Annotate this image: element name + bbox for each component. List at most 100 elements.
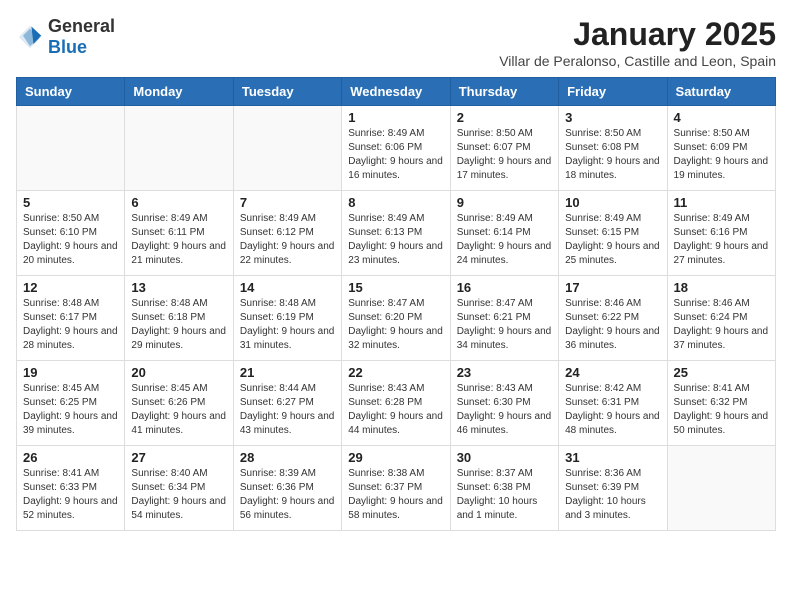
day-info: Sunrise: 8:47 AM Sunset: 6:21 PM Dayligh… (457, 297, 552, 353)
day-number: 30 (457, 450, 552, 465)
calendar-week-row: 5Sunrise: 8:50 AM Sunset: 6:10 PM Daylig… (17, 191, 776, 276)
calendar-day-cell: 5Sunrise: 8:50 AM Sunset: 6:10 PM Daylig… (17, 191, 125, 276)
calendar-day-cell (17, 106, 125, 191)
calendar-day-cell: 29 Sunrise: 8:38 AM Sunset: 6:37 PM Dayli… (342, 446, 450, 531)
day-of-week-header: Thursday (450, 78, 558, 106)
day-number: 11 (674, 195, 769, 210)
day-number: 21 (240, 365, 335, 380)
title-block: January 2025 Villar de Peralonso, Castil… (499, 16, 776, 69)
calendar-day-cell: 12 Sunrise: 8:48 AM Sunset: 6:17 PM Dayli… (17, 276, 125, 361)
calendar-day-cell: 19Sunrise: 8:45 AM Sunset: 6:25 PM Dayli… (17, 361, 125, 446)
day-of-week-header: Tuesday (233, 78, 341, 106)
day-number: 14 (240, 280, 335, 295)
day-of-week-header: Saturday (667, 78, 775, 106)
calendar-week-row: 12 Sunrise: 8:48 AM Sunset: 6:17 PM Dayli… (17, 276, 776, 361)
calendar-day-cell: 28Sunrise: 8:39 AM Sunset: 6:36 PM Dayli… (233, 446, 341, 531)
calendar-day-cell: 9Sunrise: 8:49 AM Sunset: 6:14 PM Daylig… (450, 191, 558, 276)
logo-blue: Blue (48, 37, 87, 57)
day-number: 5 (23, 195, 118, 210)
day-info: Sunrise: 8:45 AM Sunset: 6:26 PM Dayligh… (131, 382, 226, 438)
day-info: Sunrise: 8:40 AM Sunset: 6:34 PM Dayligh… (131, 467, 226, 523)
day-number: 17 (565, 280, 660, 295)
calendar-day-cell: 30Sunrise: 8:37 AM Sunset: 6:38 PM Dayli… (450, 446, 558, 531)
calendar-day-cell: 11Sunrise: 8:49 AM Sunset: 6:16 PM Dayli… (667, 191, 775, 276)
day-number: 15 (348, 280, 443, 295)
calendar-day-cell: 10Sunrise: 8:49 AM Sunset: 6:15 PM Dayli… (559, 191, 667, 276)
logo-icon (16, 23, 44, 51)
calendar-day-cell: 2 Sunrise: 8:50 AM Sunset: 6:07 PM Daylig… (450, 106, 558, 191)
day-number: 10 (565, 195, 660, 210)
calendar-day-cell: 8 Sunrise: 8:49 AM Sunset: 6:13 PM Daylig… (342, 191, 450, 276)
calendar-header-row: SundayMondayTuesdayWednesdayThursdayFrid… (17, 78, 776, 106)
day-info: Sunrise: 8:46 AM Sunset: 6:24 PM Dayligh… (674, 297, 769, 353)
location: Villar de Peralonso, Castille and Leon, … (499, 53, 776, 69)
day-info: Sunrise: 8:41 AM Sunset: 6:32 PM Dayligh… (674, 382, 769, 438)
calendar-day-cell: 20Sunrise: 8:45 AM Sunset: 6:26 PM Dayli… (125, 361, 233, 446)
calendar-day-cell: 7 Sunrise: 8:49 AM Sunset: 6:12 PM Daylig… (233, 191, 341, 276)
calendar-day-cell: 18 Sunrise: 8:46 AM Sunset: 6:24 PM Dayli… (667, 276, 775, 361)
calendar-day-cell: 16 Sunrise: 8:47 AM Sunset: 6:21 PM Dayli… (450, 276, 558, 361)
day-number: 6 (131, 195, 226, 210)
day-info: Sunrise: 8:48 AM Sunset: 6:19 PM Dayligh… (240, 297, 335, 353)
day-info: Sunrise: 8:49 AM Sunset: 6:06 PM Dayligh… (348, 127, 443, 183)
day-info: Sunrise: 8:48 AM Sunset: 6:17 PM Dayligh… (23, 297, 118, 353)
calendar-day-cell: 22 Sunrise: 8:43 AM Sunset: 6:28 PM Dayli… (342, 361, 450, 446)
calendar-week-row: 1Sunrise: 8:49 AM Sunset: 6:06 PM Daylig… (17, 106, 776, 191)
day-number: 12 (23, 280, 118, 295)
day-number: 18 (674, 280, 769, 295)
calendar-day-cell: 31Sunrise: 8:36 AM Sunset: 6:39 PM Dayli… (559, 446, 667, 531)
calendar-day-cell (667, 446, 775, 531)
day-number: 16 (457, 280, 552, 295)
day-of-week-header: Sunday (17, 78, 125, 106)
day-info: Sunrise: 8:46 AM Sunset: 6:22 PM Dayligh… (565, 297, 660, 353)
calendar-day-cell: 15 Sunrise: 8:47 AM Sunset: 6:20 PM Dayli… (342, 276, 450, 361)
calendar-day-cell: 1Sunrise: 8:49 AM Sunset: 6:06 PM Daylig… (342, 106, 450, 191)
day-info: Sunrise: 8:45 AM Sunset: 6:25 PM Dayligh… (23, 382, 118, 438)
calendar-day-cell: 21 Sunrise: 8:44 AM Sunset: 6:27 PM Dayli… (233, 361, 341, 446)
logo: General Blue (16, 16, 115, 58)
day-info: Sunrise: 8:44 AM Sunset: 6:27 PM Dayligh… (240, 382, 335, 438)
day-info: Sunrise: 8:38 AM Sunset: 6:37 PM Dayligh… (348, 467, 443, 523)
day-number: 7 (240, 195, 335, 210)
calendar-day-cell: 25Sunrise: 8:41 AM Sunset: 6:32 PM Dayli… (667, 361, 775, 446)
logo-text: General Blue (48, 16, 115, 58)
day-info: Sunrise: 8:41 AM Sunset: 6:33 PM Dayligh… (23, 467, 118, 523)
day-number: 8 (348, 195, 443, 210)
calendar-day-cell: 23 Sunrise: 8:43 AM Sunset: 6:30 PM Dayli… (450, 361, 558, 446)
day-of-week-header: Monday (125, 78, 233, 106)
day-of-week-header: Friday (559, 78, 667, 106)
day-info: Sunrise: 8:43 AM Sunset: 6:28 PM Dayligh… (348, 382, 443, 438)
day-number: 29 (348, 450, 443, 465)
day-info: Sunrise: 8:49 AM Sunset: 6:11 PM Dayligh… (131, 212, 226, 268)
calendar-table: SundayMondayTuesdayWednesdayThursdayFrid… (16, 77, 776, 531)
calendar-day-cell: 6 Sunrise: 8:49 AM Sunset: 6:11 PM Daylig… (125, 191, 233, 276)
page-header: General Blue January 2025 Villar de Pera… (16, 16, 776, 69)
calendar-day-cell: 3Sunrise: 8:50 AM Sunset: 6:08 PM Daylig… (559, 106, 667, 191)
calendar-day-cell: 13 Sunrise: 8:48 AM Sunset: 6:18 PM Dayli… (125, 276, 233, 361)
calendar-day-cell: 17 Sunrise: 8:46 AM Sunset: 6:22 PM Dayli… (559, 276, 667, 361)
calendar-day-cell: 24 Sunrise: 8:42 AM Sunset: 6:31 PM Dayli… (559, 361, 667, 446)
day-number: 4 (674, 110, 769, 125)
calendar-day-cell: 14 Sunrise: 8:48 AM Sunset: 6:19 PM Dayli… (233, 276, 341, 361)
day-info: Sunrise: 8:39 AM Sunset: 6:36 PM Dayligh… (240, 467, 335, 523)
day-number: 9 (457, 195, 552, 210)
logo-general: General (48, 16, 115, 36)
day-number: 13 (131, 280, 226, 295)
day-info: Sunrise: 8:49 AM Sunset: 6:13 PM Dayligh… (348, 212, 443, 268)
day-info: Sunrise: 8:49 AM Sunset: 6:12 PM Dayligh… (240, 212, 335, 268)
day-info: Sunrise: 8:47 AM Sunset: 6:20 PM Dayligh… (348, 297, 443, 353)
day-info: Sunrise: 8:48 AM Sunset: 6:18 PM Dayligh… (131, 297, 226, 353)
day-info: Sunrise: 8:50 AM Sunset: 6:07 PM Dayligh… (457, 127, 552, 183)
day-info: Sunrise: 8:50 AM Sunset: 6:09 PM Dayligh… (674, 127, 769, 183)
day-number: 22 (348, 365, 443, 380)
calendar-week-row: 26 Sunrise: 8:41 AM Sunset: 6:33 PM Dayli… (17, 446, 776, 531)
calendar-day-cell (233, 106, 341, 191)
day-number: 26 (23, 450, 118, 465)
day-number: 24 (565, 365, 660, 380)
day-number: 2 (457, 110, 552, 125)
day-info: Sunrise: 8:43 AM Sunset: 6:30 PM Dayligh… (457, 382, 552, 438)
day-number: 23 (457, 365, 552, 380)
day-info: Sunrise: 8:42 AM Sunset: 6:31 PM Dayligh… (565, 382, 660, 438)
day-of-week-header: Wednesday (342, 78, 450, 106)
day-number: 27 (131, 450, 226, 465)
